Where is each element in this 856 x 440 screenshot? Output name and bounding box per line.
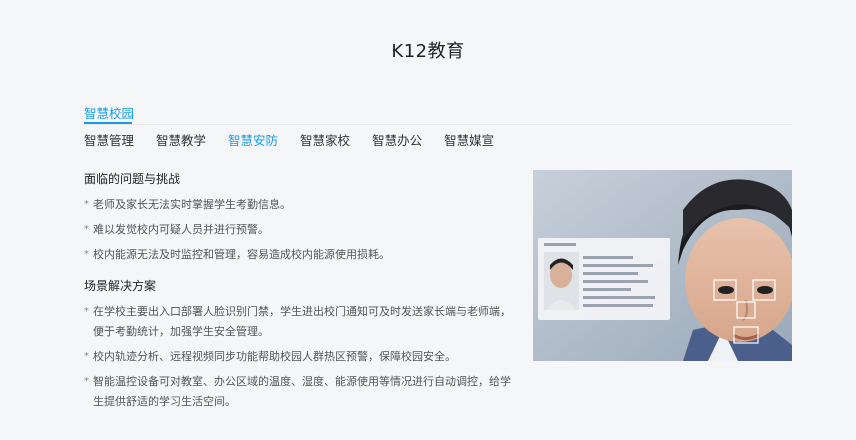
problems-heading: 面临的问题与挑战 xyxy=(84,172,181,186)
subtab-home-school[interactable]: 智慧家校 xyxy=(300,130,350,149)
section-divider xyxy=(84,124,792,125)
subtab-security[interactable]: 智慧安防 xyxy=(228,130,278,149)
list-item: 校内能源无法及时监控和管理，容易造成校内能源使用损耗。 xyxy=(84,245,514,265)
solutions-heading: 场景解决方案 xyxy=(84,279,157,293)
subtab-teaching[interactable]: 智慧教学 xyxy=(156,130,206,149)
list-item: 在学校主要出入口部署人脸识别门禁，学生进出校门通知可及时发送家长端与老师端，便于… xyxy=(84,302,514,342)
tab-smart-campus[interactable]: 智慧校园 xyxy=(84,103,134,122)
content: 面临的问题与挑战 老师及家长无法实时掌握学生考勤信息。 难以发觉校内可疑人员并进… xyxy=(84,170,514,417)
list-item: 老师及家长无法实时掌握学生考勤信息。 xyxy=(84,195,514,215)
page-title: K12教育 xyxy=(391,41,465,62)
subtab-management[interactable]: 智慧管理 xyxy=(84,130,134,149)
subtab-office[interactable]: 智慧办公 xyxy=(372,130,422,149)
list-item: 校内轨迹分析、远程视频同步功能帮助校园人群热区预警，保障校园安全。 xyxy=(84,347,514,367)
subtab-media[interactable]: 智慧媒宣 xyxy=(444,130,494,149)
face-recognition-photo xyxy=(533,170,792,361)
problems-list: 老师及家长无法实时掌握学生考勤信息。 难以发觉校内可疑人员并进行预警。 校内能源… xyxy=(84,195,514,265)
solutions-list: 在学校主要出入口部署人脸识别门禁，学生进出校门通知可及时发送家长端与老师端，便于… xyxy=(84,302,514,412)
list-item: 难以发觉校内可疑人员并进行预警。 xyxy=(84,220,514,240)
list-item: 智能温控设备可对教室、办公区域的温度、湿度、能源使用等情况进行自动调控，给学生提… xyxy=(84,372,514,412)
subtab-bar: 智慧管理 智慧教学 智慧安防 智慧家校 智慧办公 智慧媒宣 xyxy=(84,130,516,149)
